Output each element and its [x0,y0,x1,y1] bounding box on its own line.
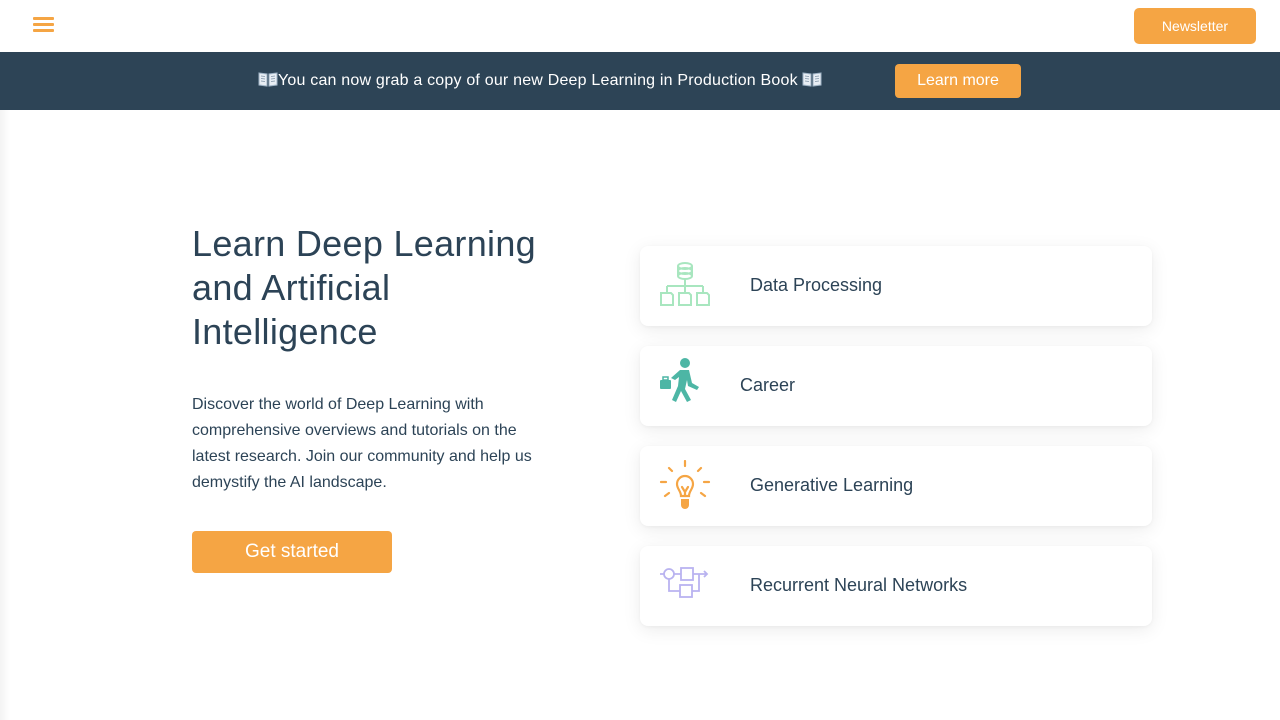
open-book-icon [802,72,822,87]
topic-label: Career [740,375,796,395]
top-navbar: Newsletter [0,0,1280,52]
topic-card-generative-learning[interactable]: Generative Learning [640,446,1152,526]
hero-title-line: Intelligence [192,311,378,352]
hamburger-menu-icon[interactable] [33,16,55,34]
hero-description: Discover the world of Deep Learning with… [192,392,592,496]
hero-description-line: demystify the AI landscape. [192,474,387,491]
lightbulb-icon [659,460,711,509]
data-flow-icon [660,262,710,306]
topic-card-data-processing[interactable]: Data Processing [640,246,1152,326]
banner-message: You can now grab a copy of our new Deep … [258,71,822,90]
topic-label: Generative Learning [750,475,914,495]
topic-card-recurrent-neural-networks[interactable]: Recurrent Neural Networks [640,546,1152,626]
announcement-banner: You can now grab a copy of our new Deep … [0,52,1280,110]
topic-label: Recurrent Neural Networks [750,575,968,595]
hero-title-line: Learn Deep Learning [192,223,536,264]
hero-description-line: latest research. Join our community and … [192,448,532,465]
topic-card-career[interactable]: Career [640,346,1152,426]
walking-businessman-icon [660,358,699,402]
hero-title-line: and Artificial [192,267,391,308]
hero-description-line: Discover the world of Deep Learning with [192,396,484,413]
hero-description-line: comprehensive overviews and tutorials on… [192,422,517,439]
topic-label: Data Processing [750,275,883,295]
banner-text: You can now grab a copy of our new Deep … [278,72,798,89]
hero-title: Learn Deep Learning and Artificial Intel… [192,222,592,354]
get-started-button[interactable]: Get started [192,531,392,573]
rnn-diagram-icon [660,567,709,598]
open-book-icon [258,72,278,87]
learn-more-button[interactable]: Learn more [895,64,1021,98]
page-edge-shadow [0,110,10,720]
newsletter-button[interactable]: Newsletter [1134,8,1256,44]
